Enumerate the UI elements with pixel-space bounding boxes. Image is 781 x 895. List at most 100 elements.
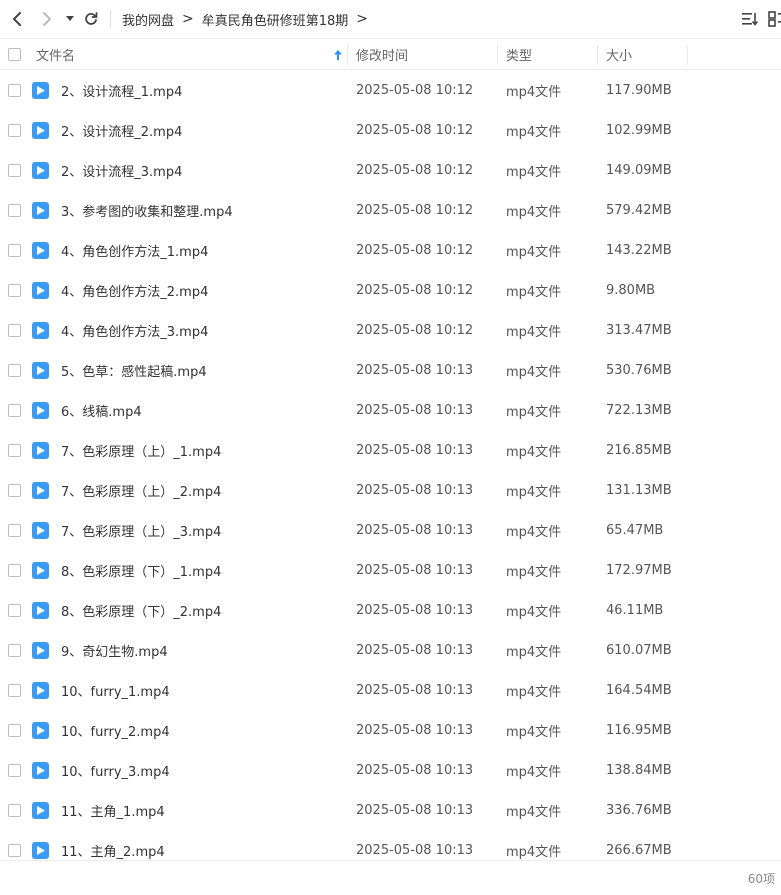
file-icon-cell xyxy=(32,390,49,430)
row-checkbox-cell xyxy=(8,150,21,190)
column-type-header[interactable]: 类型 xyxy=(506,39,596,70)
column-size-header[interactable]: 大小 xyxy=(606,39,686,70)
back-button[interactable] xyxy=(8,8,26,30)
file-row[interactable]: 2、设计流程_3.mp4 2025-05-08 10:12 mp4文件 149.09M… xyxy=(0,150,781,190)
file-row[interactable]: 7、色彩原理（上）_1.mp4 2025-05-08 10:13 mp4文件 216.… xyxy=(0,430,781,470)
file-row[interactable]: 11、主角_1.mp4 2025-05-08 10:13 mp4文件 336.76MB xyxy=(0,790,781,830)
refresh-button[interactable] xyxy=(82,8,100,30)
file-row[interactable]: 7、色彩原理（上）_3.mp4 2025-05-08 10:13 mp4文件 65.4… xyxy=(0,510,781,550)
row-checkbox[interactable] xyxy=(8,163,21,177)
file-size: 610.07MB xyxy=(606,642,672,658)
file-row[interactable]: 3、参考图的收集和整理.mp4 2025-05-08 10:12 mp4文件 579.… xyxy=(0,190,781,230)
row-checkbox[interactable] xyxy=(8,843,21,857)
file-row[interactable]: 10、furry_2.mp4 2025-05-08 10:13 mp4文件 116.9… xyxy=(0,710,781,750)
file-name: 6、线稿.mp4 xyxy=(61,404,142,420)
row-checkbox[interactable] xyxy=(8,603,21,617)
file-name: 7、色彩原理（上）_1.mp4 xyxy=(61,444,222,460)
file-icon-cell xyxy=(32,750,49,790)
row-checkbox[interactable] xyxy=(8,723,21,737)
row-checkbox-cell xyxy=(8,310,21,350)
video-file-icon xyxy=(32,561,49,579)
file-row[interactable]: 4、角色创作方法_1.mp4 2025-05-08 10:12 mp4文件 143.2… xyxy=(0,230,781,270)
file-name: 2、设计流程_1.mp4 xyxy=(61,84,183,100)
row-checkbox[interactable] xyxy=(8,563,21,577)
row-checkbox[interactable] xyxy=(8,123,21,137)
row-checkbox-cell xyxy=(8,550,21,590)
row-checkbox-cell xyxy=(8,710,21,750)
file-row[interactable]: 7、色彩原理（上）_2.mp4 2025-05-08 10:13 mp4文件 131.… xyxy=(0,470,781,510)
file-icon-cell xyxy=(32,510,49,550)
file-type: mp4文件 xyxy=(506,684,562,700)
row-checkbox[interactable] xyxy=(8,243,21,257)
file-type: mp4文件 xyxy=(506,484,562,500)
file-name: 8、色彩原理（下）_1.mp4 xyxy=(61,564,222,580)
file-row[interactable]: 10、furry_1.mp4 2025-05-08 10:13 mp4文件 164.5… xyxy=(0,670,781,710)
file-size: 102.99MB xyxy=(606,122,672,138)
breadcrumb-separator-icon: > xyxy=(182,11,194,27)
row-checkbox[interactable] xyxy=(8,763,21,777)
forward-button[interactable] xyxy=(38,8,56,30)
row-checkbox[interactable] xyxy=(8,203,21,217)
history-dropdown-button[interactable] xyxy=(64,8,76,30)
file-row[interactable]: 8、色彩原理（下）_2.mp4 2025-05-08 10:13 mp4文件 46.1… xyxy=(0,590,781,630)
file-modified-time: 2025-05-08 10:12 xyxy=(356,282,474,298)
sort-button[interactable] xyxy=(741,10,759,28)
row-checkbox-cell xyxy=(8,390,21,430)
file-row[interactable]: 2、设计流程_2.mp4 2025-05-08 10:12 mp4文件 102.99M… xyxy=(0,110,781,150)
select-all-checkbox[interactable] xyxy=(8,48,21,61)
file-size: 117.90MB xyxy=(606,82,672,98)
file-row[interactable]: 8、色彩原理（下）_1.mp4 2025-05-08 10:13 mp4文件 172.… xyxy=(0,550,781,590)
row-checkbox-cell xyxy=(8,590,21,630)
column-divider xyxy=(497,45,498,65)
video-file-icon xyxy=(32,201,49,219)
file-name: 2、设计流程_3.mp4 xyxy=(61,164,183,180)
file-name: 7、色彩原理（上）_2.mp4 xyxy=(61,484,222,500)
row-checkbox[interactable] xyxy=(8,363,21,377)
file-row[interactable]: 5、色草：感性起稿.mp4 2025-05-08 10:13 mp4文件 530.76… xyxy=(0,350,781,390)
arrow-up-icon xyxy=(334,50,342,60)
row-checkbox[interactable] xyxy=(8,523,21,537)
row-checkbox[interactable] xyxy=(8,83,21,97)
file-name: 4、角色创作方法_3.mp4 xyxy=(61,324,209,340)
row-checkbox[interactable] xyxy=(8,403,21,417)
file-modified-time: 2025-05-08 10:13 xyxy=(356,442,474,458)
file-type: mp4文件 xyxy=(506,804,562,820)
file-row[interactable]: 2、设计流程_1.mp4 2025-05-08 10:12 mp4文件 117.90M… xyxy=(0,70,781,110)
breadcrumb-item-root[interactable]: 我的网盘 xyxy=(122,10,174,29)
view-toggle-button[interactable] xyxy=(768,10,781,28)
file-type: mp4文件 xyxy=(506,524,562,540)
file-row[interactable]: 10、furry_3.mp4 2025-05-08 10:13 mp4文件 138.8… xyxy=(0,750,781,790)
file-modified-time: 2025-05-08 10:12 xyxy=(356,122,474,138)
file-type: mp4文件 xyxy=(506,444,562,460)
file-size: 116.95MB xyxy=(606,722,672,738)
file-name: 8、色彩原理（下）_2.mp4 xyxy=(61,604,222,620)
file-icon-cell xyxy=(32,350,49,390)
file-row[interactable]: 4、角色创作方法_2.mp4 2025-05-08 10:12 mp4文件 9.80M… xyxy=(0,270,781,310)
file-row[interactable]: 6、线稿.mp4 2025-05-08 10:13 mp4文件 722.13MB xyxy=(0,390,781,430)
row-checkbox[interactable] xyxy=(8,323,21,337)
column-divider xyxy=(347,45,348,65)
file-row[interactable]: 9、奇幻生物.mp4 2025-05-08 10:13 mp4文件 610.07MB xyxy=(0,630,781,670)
row-checkbox[interactable] xyxy=(8,443,21,457)
select-all-checkbox-cell xyxy=(8,39,21,70)
row-checkbox[interactable] xyxy=(8,803,21,817)
row-checkbox[interactable] xyxy=(8,283,21,297)
file-type: mp4文件 xyxy=(506,244,562,260)
column-modified-header[interactable]: 修改时间 xyxy=(356,39,496,70)
file-type: mp4文件 xyxy=(506,404,562,420)
item-count: 60项 xyxy=(747,872,775,886)
video-file-icon xyxy=(32,401,49,419)
file-type: mp4文件 xyxy=(506,204,562,220)
file-size: 313.47MB xyxy=(606,322,672,338)
file-row[interactable]: 4、角色创作方法_3.mp4 2025-05-08 10:12 mp4文件 313.4… xyxy=(0,310,781,350)
row-checkbox[interactable] xyxy=(8,643,21,657)
file-modified-time: 2025-05-08 10:13 xyxy=(356,562,474,578)
file-size: 216.85MB xyxy=(606,442,672,458)
breadcrumb-item-current[interactable]: 牟真民角色研修班第18期 xyxy=(202,10,349,29)
column-name-header[interactable]: 文件名 xyxy=(36,39,346,70)
file-icon-cell xyxy=(32,470,49,510)
row-checkbox[interactable] xyxy=(8,683,21,697)
file-icon-cell xyxy=(32,310,49,350)
file-list: 2、设计流程_1.mp4 2025-05-08 10:12 mp4文件 117.90M… xyxy=(0,70,781,870)
row-checkbox[interactable] xyxy=(8,483,21,497)
